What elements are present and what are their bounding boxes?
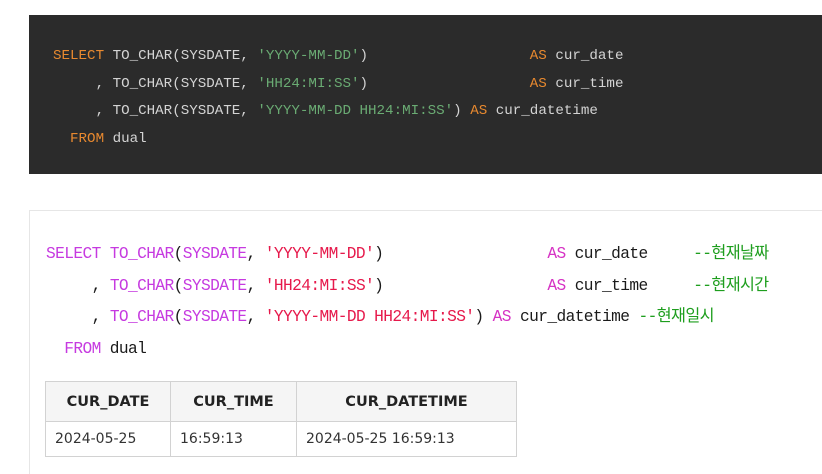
table-row: 2024-05-25 16:59:13 2024-05-25 16:59:13 (45, 421, 517, 457)
light-code-line: , TO_CHAR(SYSDATE, 'YYYY-MM-DD HH24:MI:S… (46, 308, 715, 326)
light-code-token: AS (492, 308, 512, 326)
dark-sql-code: SELECT TO_CHAR(SYSDATE, 'YYYY-MM-DD') AS… (53, 42, 623, 152)
light-code-token: ) (374, 245, 548, 263)
dark-code-token: cur_datetime (487, 103, 598, 120)
light-code-token: TO_CHAR (109, 276, 174, 295)
light-code-token: cur_date (565, 245, 694, 263)
column-header-cur-time: CUR_TIME (170, 381, 297, 422)
dark-code-token: AS (529, 75, 547, 92)
dark-code-token: FROM (53, 130, 105, 147)
dark-code-token: 'HH24:MI:SS' (257, 75, 360, 92)
cell-cur-datetime: 2024-05-25 16:59:13 (296, 421, 517, 457)
light-code-token: 'YYYY-MM-DD' (264, 245, 375, 263)
light-code-token: TO_CHAR (100, 245, 174, 263)
light-code-token: FROM (46, 339, 101, 358)
light-code-token: , (246, 276, 265, 295)
light-sql-lines: SELECT TO_CHAR(SYSDATE, 'YYYY-MM-DD') AS… (46, 245, 769, 358)
column-header-cur-datetime: CUR_DATETIME (296, 381, 517, 422)
light-code-token: SYSDATE (182, 308, 247, 326)
dark-code-line: , TO_CHAR(SYSDATE, 'HH24:MI:SS') AS cur_… (53, 75, 624, 92)
result-table: CUR_DATE CUR_TIME CUR_DATETIME 2024-05-2… (45, 381, 517, 457)
dark-code-token: 'YYYY-MM-DD HH24:MI:SS' (257, 103, 454, 120)
dark-code-token: ) (453, 103, 471, 120)
light-code-token: 'YYYY-MM-DD HH24:MI:SS' (264, 308, 475, 326)
dark-code-line: , TO_CHAR(SYSDATE, 'YYYY-MM-DD HH24:MI:S… (53, 103, 598, 119)
light-code-token: --현재시간 (693, 276, 769, 295)
light-code-token: --현재날짜 (693, 245, 769, 263)
light-code-token: ( (173, 308, 184, 326)
light-code-token: , (246, 245, 265, 263)
light-sql-code: SELECT TO_CHAR(SYSDATE, 'YYYY-MM-DD') AS… (46, 238, 769, 364)
light-code-token: , (46, 276, 110, 295)
dark-code-token: AS (470, 103, 488, 120)
light-code-token: dual (100, 339, 147, 358)
dark-code-line: FROM dual (53, 131, 147, 147)
light-code-token: AS (547, 245, 566, 263)
dark-code-token: SELECT (53, 48, 105, 64)
light-code-token: TO_CHAR (109, 308, 174, 326)
light-code-token: , (46, 308, 110, 326)
table-header-row: CUR_DATE CUR_TIME CUR_DATETIME (45, 381, 517, 422)
light-code-token: , (246, 308, 265, 326)
light-code-token: ) (474, 308, 493, 326)
light-code-token: 'HH24:MI:SS' (264, 276, 375, 295)
dark-code-token: cur_time (546, 75, 624, 92)
dark-code-token: , TO_CHAR(SYSDATE, (53, 75, 258, 92)
light-code-token: ( (173, 245, 184, 263)
dark-code-token: , TO_CHAR(SYSDATE, (53, 103, 258, 120)
light-code-token: ) (374, 276, 548, 295)
light-code-token: cur_time (565, 276, 694, 295)
dark-code-token: 'YYYY-MM-DD' (257, 48, 360, 64)
dark-code-token: TO_CHAR(SYSDATE, (104, 48, 258, 64)
dark-code-token: cur_date (546, 48, 624, 64)
light-code-token: ( (173, 276, 184, 295)
dark-code-token: ) (359, 48, 530, 64)
dark-code-line: SELECT TO_CHAR(SYSDATE, 'YYYY-MM-DD') AS… (53, 48, 623, 64)
cell-cur-date: 2024-05-25 (45, 421, 171, 457)
light-code-line: FROM dual (46, 339, 147, 358)
cell-cur-time: 16:59:13 (170, 421, 297, 457)
dark-code-token: ) (359, 75, 530, 92)
dark-code-token: AS (529, 48, 547, 64)
light-code-line: , TO_CHAR(SYSDATE, 'HH24:MI:SS') AS cur_… (46, 276, 770, 295)
column-header-cur-date: CUR_DATE (45, 381, 171, 422)
light-code-line: SELECT TO_CHAR(SYSDATE, 'YYYY-MM-DD') AS… (46, 245, 769, 263)
dark-code-block: SELECT TO_CHAR(SYSDATE, 'YYYY-MM-DD') AS… (29, 15, 822, 174)
light-code-token: AS (547, 276, 566, 295)
light-code-token: --현재일시 (638, 308, 715, 326)
light-code-token: cur_datetime (510, 308, 639, 326)
light-code-token: SELECT (46, 245, 101, 263)
dark-code-token: dual (104, 130, 147, 147)
dark-sql-lines: SELECT TO_CHAR(SYSDATE, 'YYYY-MM-DD') AS… (53, 48, 623, 147)
light-code-token: SYSDATE (182, 276, 247, 295)
light-code-token: SYSDATE (182, 245, 247, 263)
